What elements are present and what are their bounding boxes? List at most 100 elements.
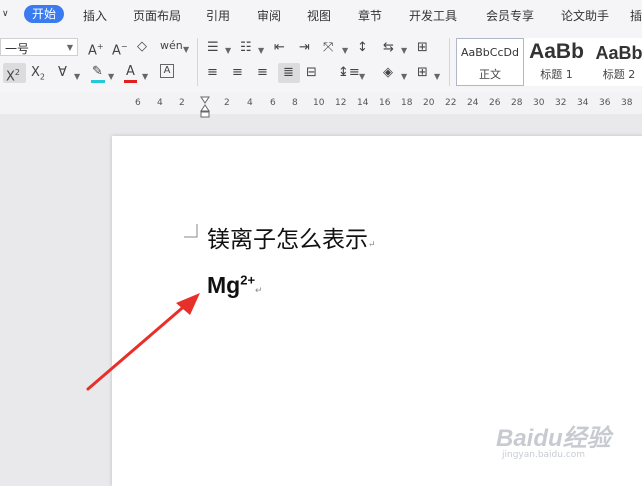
justify-icon: ≣: [283, 65, 294, 80]
font-size-value: 一号: [5, 42, 30, 56]
tab-references[interactable]: 引用: [206, 7, 230, 24]
ruler-number: 24: [467, 98, 479, 108]
superscript-icon: X2: [6, 68, 20, 85]
chevron-down-icon[interactable]: ▼: [258, 43, 264, 59]
tab-developer[interactable]: 开发工具: [409, 7, 457, 24]
formula-superscript: 2+: [240, 272, 256, 288]
ruler-number: 18: [401, 98, 413, 108]
formula-base: Mg: [207, 272, 241, 298]
ruler-number: 20: [423, 98, 435, 108]
font-size-select[interactable]: 一号 ▼: [0, 38, 78, 56]
align-left-icon[interactable]: ≡: [207, 65, 218, 81]
eraser-icon[interactable]: ◇: [137, 39, 147, 55]
indent-marker-icon[interactable]: [200, 96, 210, 118]
toolbar-separator: [197, 38, 198, 86]
menu-bar: ∨ 开始 插入 页面布局 引用 审阅 视图 章节 开发工具 会员专享 论文助手 …: [0, 0, 642, 30]
line-spacing-icon[interactable]: ↨≡: [338, 65, 360, 81]
ruler-number: 8: [292, 98, 298, 108]
watermark: Baidu经验 jingyan.baidu.com: [496, 418, 640, 468]
ruler-number: 30: [533, 98, 545, 108]
chevron-down-icon[interactable]: ▼: [108, 69, 114, 85]
grow-font-icon[interactable]: A+: [88, 39, 104, 59]
style-name: 标题 1: [540, 68, 573, 81]
chevron-down-icon[interactable]: ▼: [401, 69, 407, 85]
formula-line[interactable]: Mg2+↵: [207, 272, 263, 299]
shading-icon[interactable]: ◈: [383, 65, 393, 81]
toolbar-separator: [449, 38, 450, 86]
text-effect-icon[interactable]: Ɐ: [58, 65, 67, 81]
justify-button[interactable]: ≣: [278, 63, 300, 83]
tab-more[interactable]: 插: [630, 7, 642, 24]
chevron-down-icon[interactable]: ▼: [401, 43, 407, 59]
tab-start[interactable]: 开始: [24, 5, 65, 23]
style-sample: AaBb: [529, 40, 584, 63]
ruler-number: 2: [224, 98, 230, 108]
style-sample: AaBb: [595, 43, 642, 63]
tab-view[interactable]: 视图: [307, 7, 331, 24]
paragraph-mark-icon: ↵: [368, 240, 376, 250]
ruler-number: 14: [357, 98, 369, 108]
ruler-number: 10: [313, 98, 325, 108]
superscript-button[interactable]: X2: [3, 63, 26, 85]
ruler-number: 34: [577, 98, 589, 108]
align-center-icon[interactable]: ≡: [232, 65, 243, 81]
tab-insert[interactable]: 插入: [83, 7, 107, 24]
chevron-down-icon[interactable]: ▼: [434, 69, 440, 85]
tab-page-layout[interactable]: 页面布局: [133, 7, 181, 24]
sort-icon[interactable]: ↕: [357, 40, 368, 56]
subscript-icon[interactable]: X2: [31, 65, 45, 86]
chevron-down-icon[interactable]: ▼: [359, 69, 365, 85]
phonetic-guide-icon[interactable]: wén: [160, 38, 183, 54]
distributed-align-icon[interactable]: ⊟: [306, 65, 317, 81]
borders-icon[interactable]: ⊞: [417, 65, 428, 81]
ruler-number: 4: [157, 98, 163, 108]
ruler-number: 38: [621, 98, 633, 108]
chevron-down-icon[interactable]: ▼: [74, 69, 80, 85]
ruler-number: 2: [179, 98, 185, 108]
ruler-number: 6: [135, 98, 141, 108]
highlight-color-bar: [91, 80, 105, 83]
tab-review[interactable]: 审阅: [257, 7, 281, 24]
shrink-font-icon[interactable]: A−: [112, 39, 128, 59]
style-sample: AaBbCcDd: [461, 46, 519, 59]
ruler-number: 12: [335, 98, 347, 108]
decrease-indent-icon[interactable]: ⇤: [274, 40, 285, 56]
tab-stop-icon[interactable]: ⊞: [417, 40, 428, 56]
ruler-number: 26: [489, 98, 501, 108]
ruler-number: 28: [511, 98, 523, 108]
font-color-icon[interactable]: A: [126, 64, 135, 80]
chevron-down-icon: ▼: [66, 43, 73, 52]
style-normal[interactable]: AaBbCcDd 正文: [456, 38, 524, 86]
ruler-number: 36: [599, 98, 611, 108]
watermark-url: jingyan.baidu.com: [502, 450, 586, 460]
style-heading-2[interactable]: AaBb 标题 2: [588, 38, 642, 86]
chevron-down-icon[interactable]: ▼: [225, 43, 231, 59]
chevron-down-icon[interactable]: ▼: [142, 69, 148, 85]
heading-text: 镁离子怎么表示: [207, 227, 368, 253]
chevron-down-icon[interactable]: ▼: [342, 43, 348, 59]
ruler-number: 32: [555, 98, 567, 108]
tab-thesis-assistant[interactable]: 论文助手: [561, 7, 609, 24]
ruler-number: 22: [445, 98, 457, 108]
highlight-icon[interactable]: ✎: [92, 64, 103, 80]
bullet-list-icon[interactable]: ☰: [207, 40, 219, 56]
annotation-arrow-icon: [86, 293, 200, 391]
char-border-icon[interactable]: A: [160, 64, 174, 78]
style-name: 标题 2: [602, 68, 636, 81]
collapse-chevron-icon[interactable]: ∨: [2, 9, 9, 19]
show-marks-icon[interactable]: ⇆: [383, 40, 394, 56]
tab-member[interactable]: 会员专享: [486, 7, 534, 24]
ruler-number: 6: [270, 98, 276, 108]
numbered-list-icon[interactable]: ☷: [240, 40, 252, 56]
style-name: 正文: [479, 68, 501, 81]
tab-chapter[interactable]: 章节: [358, 7, 382, 24]
font-color-bar: [124, 80, 137, 83]
align-right-icon[interactable]: ≡: [257, 65, 268, 81]
increase-indent-icon[interactable]: ⇥: [299, 40, 310, 56]
document-heading[interactable]: 镁离子怎么表示↵: [207, 220, 376, 254]
chinese-layout-icon[interactable]: ⤧: [323, 40, 333, 56]
watermark-logo: Baidu经验: [496, 425, 611, 452]
style-heading-1[interactable]: AaBb 标题 1: [524, 38, 589, 86]
ruler-number: 16: [379, 98, 391, 108]
chevron-down-icon[interactable]: ▼: [183, 42, 189, 58]
